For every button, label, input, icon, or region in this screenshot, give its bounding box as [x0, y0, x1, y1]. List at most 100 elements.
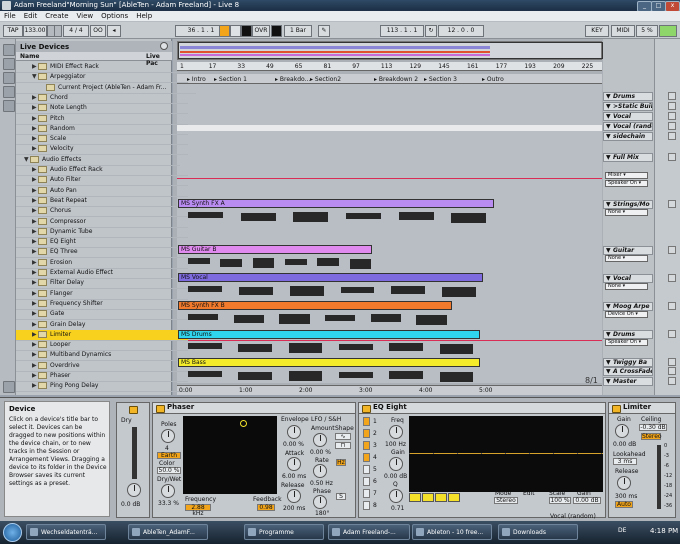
audio-clip[interactable]: MS Bass	[178, 358, 480, 367]
phaser-xy-display[interactable]	[183, 416, 277, 494]
menu-view[interactable]: View	[73, 11, 98, 21]
taskbar-button[interactable]: AbleTen_AdamF...	[128, 524, 208, 540]
track-activator-button[interactable]	[668, 200, 676, 208]
locator[interactable]: ▸ Section 1	[214, 76, 247, 83]
menu-help[interactable]: Help	[132, 11, 156, 21]
track-header[interactable]: ▼ Strings/Mo	[603, 200, 653, 209]
track-activator-button[interactable]	[668, 302, 676, 310]
fold-triangle-icon[interactable]: ▼	[606, 275, 611, 282]
track-activator-button[interactable]	[668, 92, 676, 100]
routing-select[interactable]: None ▾	[605, 209, 648, 216]
track-header[interactable]: ▼ Drums	[603, 92, 653, 101]
eq-band-activator[interactable]	[363, 441, 370, 450]
track-activator-button[interactable]	[668, 358, 676, 366]
dry-knob[interactable]	[127, 483, 141, 497]
fold-triangle-icon[interactable]: ▼	[606, 303, 611, 310]
audio-clip[interactable]: MS Guitar B	[178, 245, 372, 254]
loop-switch-button[interactable]: ↻	[425, 25, 437, 37]
locator[interactable]: ▸ Breakdo...	[275, 76, 310, 83]
back-to-arrangement-button[interactable]	[271, 25, 282, 37]
eq-band-activator[interactable]	[363, 417, 370, 426]
routing-select[interactable]: Speaker On ▾	[605, 339, 648, 346]
play-button[interactable]	[219, 25, 230, 37]
taskbar-button[interactable]: Wechseldatenträ...	[26, 524, 106, 540]
routing-select[interactable]: None ▾	[605, 283, 648, 290]
browser-menu-icon[interactable]	[160, 42, 168, 50]
start-button[interactable]	[3, 523, 22, 542]
browser-item[interactable]: ▶ Ping Pong Delay	[16, 381, 188, 393]
language-indicator[interactable]: DE	[618, 527, 626, 534]
taskbar-button[interactable]: Programme	[244, 524, 324, 540]
fold-triangle-icon[interactable]: ▼	[606, 201, 611, 208]
metronome-button[interactable]: OO	[90, 25, 106, 37]
shape-selector-2[interactable]: ⊓	[335, 442, 351, 449]
color-value[interactable]: 50.0 %	[157, 467, 181, 474]
envelope-knob[interactable]	[287, 425, 301, 439]
eq-mode-select[interactable]: Stereo	[494, 497, 518, 504]
track-activator-button[interactable]	[668, 274, 676, 282]
track-activator-button[interactable]	[668, 246, 676, 254]
locator[interactable]: ▸ Breakdown 2	[374, 76, 418, 83]
eq-scale-value[interactable]: 100 %	[549, 497, 571, 504]
track-header[interactable]: ▼ Drums	[603, 330, 653, 339]
fold-triangle-icon[interactable]: ▼	[606, 359, 611, 366]
routing-select[interactable]: Mixer ▾	[605, 172, 648, 179]
attack-knob[interactable]	[287, 457, 301, 471]
eq-output-gain-value[interactable]: 0.00 dB	[573, 497, 601, 504]
loop-start-field[interactable]: 113 . 1 . 1	[380, 25, 424, 37]
eq-band-activator[interactable]	[363, 465, 370, 474]
fold-triangle-icon[interactable]: ▼	[606, 93, 611, 100]
record-button[interactable]	[241, 25, 252, 37]
eq-band-activator[interactable]	[363, 453, 370, 462]
track-header[interactable]: ▼ Twiggy Ba	[603, 358, 653, 367]
plugin-devices-icon[interactable]	[3, 58, 15, 70]
track-header[interactable]: ▼ Moog Arpe	[603, 302, 653, 311]
file-browser-2-icon[interactable]	[3, 86, 15, 98]
eq-band-activator[interactable]	[363, 501, 370, 510]
live-devices-icon[interactable]	[3, 44, 15, 56]
menu-create[interactable]: Create	[41, 11, 72, 21]
track-header[interactable]: ▼ Vocal (rando	[603, 122, 653, 131]
track-header[interactable]: ▼ Vocal	[603, 112, 653, 121]
limiter-ceiling-value[interactable]: -0.30 dB	[639, 424, 667, 431]
eq-band-activator[interactable]	[363, 477, 370, 486]
track-header[interactable]: ▼ Full Mix	[603, 153, 653, 162]
lookahead-select[interactable]: 3 ms	[613, 458, 637, 465]
quantization-select[interactable]: 1 Bar	[284, 25, 312, 37]
column-name[interactable]: Name	[20, 53, 39, 60]
limiter-release-knob[interactable]	[617, 476, 631, 490]
audio-clip[interactable]: MS Vocal	[178, 273, 483, 282]
poles-knob[interactable]	[161, 429, 175, 443]
routing-select[interactable]: Speaker On ▾	[605, 180, 648, 187]
rate-knob[interactable]	[313, 464, 327, 478]
eq-title-bar[interactable]: EQ Eight	[359, 403, 605, 414]
follow-button[interactable]: ◂	[107, 25, 121, 37]
release-knob[interactable]	[287, 489, 301, 503]
locator[interactable]: ▸ Section 3	[424, 76, 457, 83]
track-header[interactable]: ▼ sidechain	[603, 132, 653, 141]
key-map-button[interactable]: KEY	[585, 25, 609, 37]
fold-triangle-icon[interactable]: ▼	[606, 368, 611, 375]
fold-triangle-icon[interactable]: ▼	[606, 113, 611, 120]
limiter-stereo-button[interactable]: Stereo	[641, 433, 662, 440]
fold-triangle-icon[interactable]: ▼	[606, 378, 611, 385]
audio-clip[interactable]: MS Synth FX A	[178, 199, 494, 208]
eq-q-knob[interactable]	[389, 489, 403, 503]
locator[interactable]: ▸ Section2	[310, 76, 341, 83]
eq-activator-button[interactable]	[362, 405, 371, 413]
menu-edit[interactable]: Edit	[20, 11, 42, 21]
audio-clip[interactable]: MS Synth FX B	[178, 301, 452, 310]
limiter-title-bar[interactable]: Limiter	[609, 403, 675, 414]
stop-button[interactable]	[230, 25, 241, 37]
file-browser-3-icon[interactable]	[3, 100, 15, 112]
eq-band-activator[interactable]	[363, 429, 370, 438]
routing-select[interactable]: None ▾	[605, 255, 648, 262]
menu-options[interactable]: Options	[97, 11, 132, 21]
earth-button[interactable]: Earth	[157, 452, 181, 459]
fold-triangle-icon[interactable]: ▼	[606, 103, 611, 110]
phase-knob[interactable]	[313, 495, 327, 509]
hot-swap-icon[interactable]	[3, 381, 15, 393]
eq-gain-knob[interactable]	[389, 457, 403, 471]
midi-map-button[interactable]: MIDI	[611, 25, 635, 37]
track-activator-button[interactable]	[668, 377, 676, 385]
